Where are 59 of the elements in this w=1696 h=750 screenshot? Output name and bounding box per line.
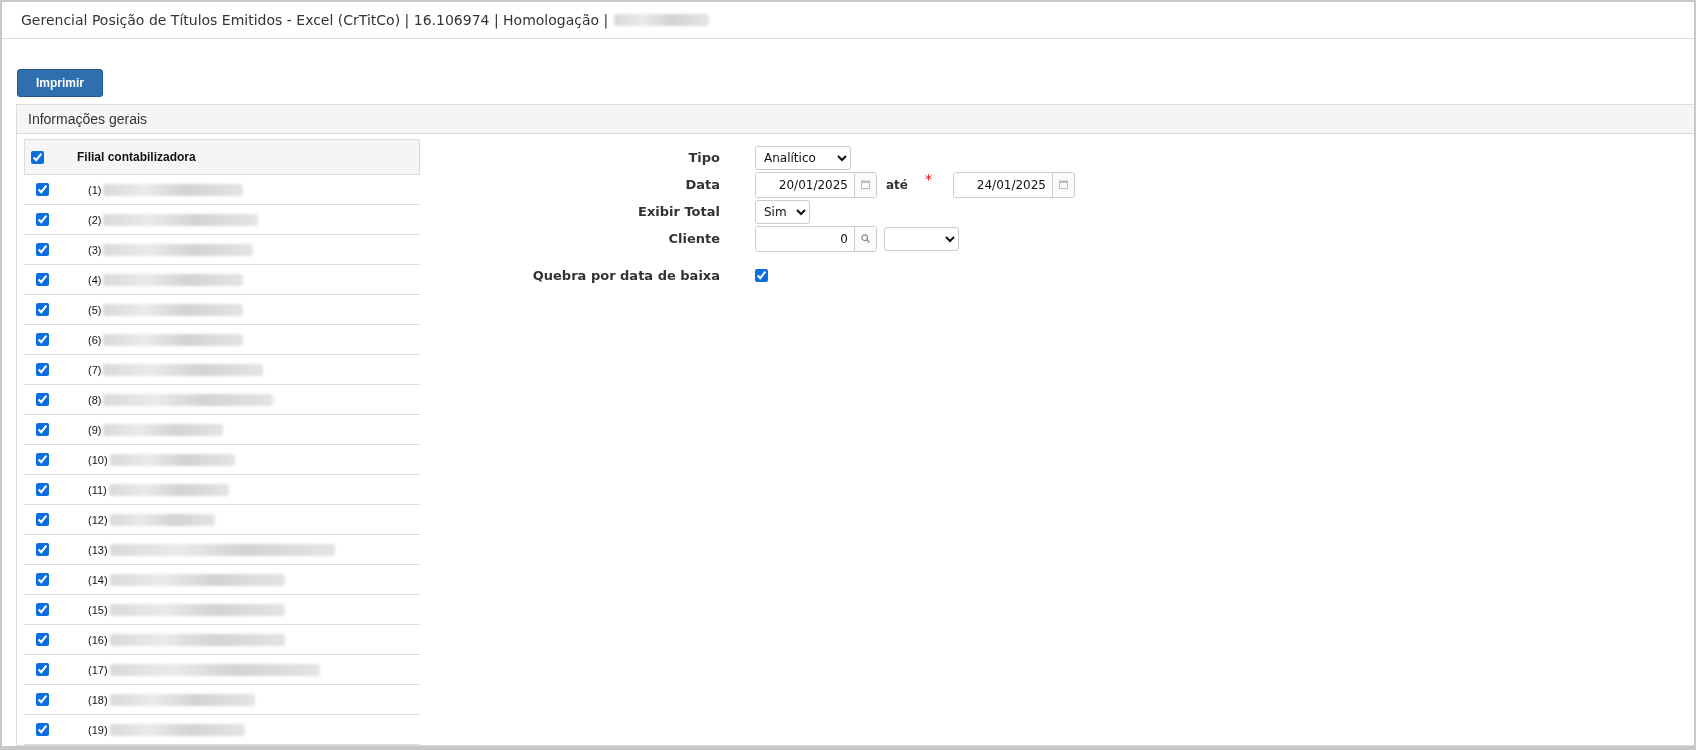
break-by-date-checkbox[interactable] (755, 269, 768, 282)
row-checkbox[interactable] (36, 723, 49, 736)
row-checkbox[interactable] (36, 573, 49, 586)
row-checkbox[interactable] (36, 273, 49, 286)
window-title: Gerencial Posição de Títulos Emitidos - Excel (CrTitCo) | 16.106974 | Homologação | (21, 12, 609, 28)
date-field[interactable]: 24/01/2025 (953, 171, 1075, 198)
branch-number: (18) (88, 693, 108, 706)
branch-number: (10) (88, 453, 108, 466)
row-checkbox[interactable] (36, 183, 49, 196)
column-header: Filial contabilizadora (77, 150, 196, 164)
row-checkbox[interactable] (36, 483, 49, 496)
field-label: Exibir Total (638, 204, 720, 219)
row-checkbox[interactable] (36, 693, 49, 706)
row-checkbox[interactable] (36, 453, 49, 466)
branch-number: (2) (88, 213, 102, 226)
row-checkbox[interactable] (36, 393, 49, 406)
branch-number: (14) (88, 573, 108, 586)
client-field[interactable]: 0 (755, 225, 877, 252)
branch-number: (17) (88, 663, 108, 676)
field-label: Data (685, 177, 720, 192)
calendar-icon (1059, 180, 1068, 189)
search-icon (861, 234, 870, 243)
branch-number: (13) (88, 543, 108, 556)
row-checkbox[interactable] (36, 543, 49, 556)
row-checkbox[interactable] (36, 513, 49, 526)
panel-title: Informações gerais (17, 105, 1694, 134)
type-select[interactable]: Analítico (755, 145, 851, 170)
select-all-checkbox[interactable] (31, 150, 44, 164)
row-checkbox[interactable] (36, 603, 49, 616)
branch-number: (3) (88, 243, 102, 256)
branch-number: (19) (88, 723, 108, 736)
branch-number: (1) (88, 183, 102, 196)
row-checkbox[interactable] (36, 423, 49, 436)
row-checkbox[interactable] (36, 663, 49, 676)
branch-number: (7) (88, 363, 102, 376)
branch-number: (6) (88, 333, 102, 346)
branch-number: (15) (88, 603, 108, 616)
print-button[interactable]: Imprimir (17, 69, 103, 97)
row-checkbox[interactable] (36, 363, 49, 376)
branch-number: (8) (88, 393, 102, 406)
required-mark: * (925, 171, 932, 187)
field-label: Cliente (668, 231, 720, 246)
date-field[interactable]: 20/01/2025 (755, 171, 877, 198)
row-checkbox[interactable] (36, 213, 49, 226)
calendar-icon (861, 180, 870, 189)
branch-number: (12) (88, 513, 108, 526)
branch-number: (16) (88, 633, 108, 646)
field-label: Tipo (688, 150, 720, 165)
branch-number: (4) (88, 273, 102, 286)
row-checkbox[interactable] (36, 243, 49, 256)
branch-number: (5) (88, 303, 102, 316)
branch-number: (9) (88, 423, 102, 436)
row-checkbox[interactable] (36, 333, 49, 346)
range-separator: até (886, 177, 908, 192)
row-checkbox[interactable] (36, 303, 49, 316)
total-select[interactable]: Sim (755, 199, 810, 224)
field-label: Quebra por data de baixa (532, 268, 720, 283)
branch-number: (11) (88, 483, 107, 496)
row-checkbox[interactable] (36, 633, 49, 646)
